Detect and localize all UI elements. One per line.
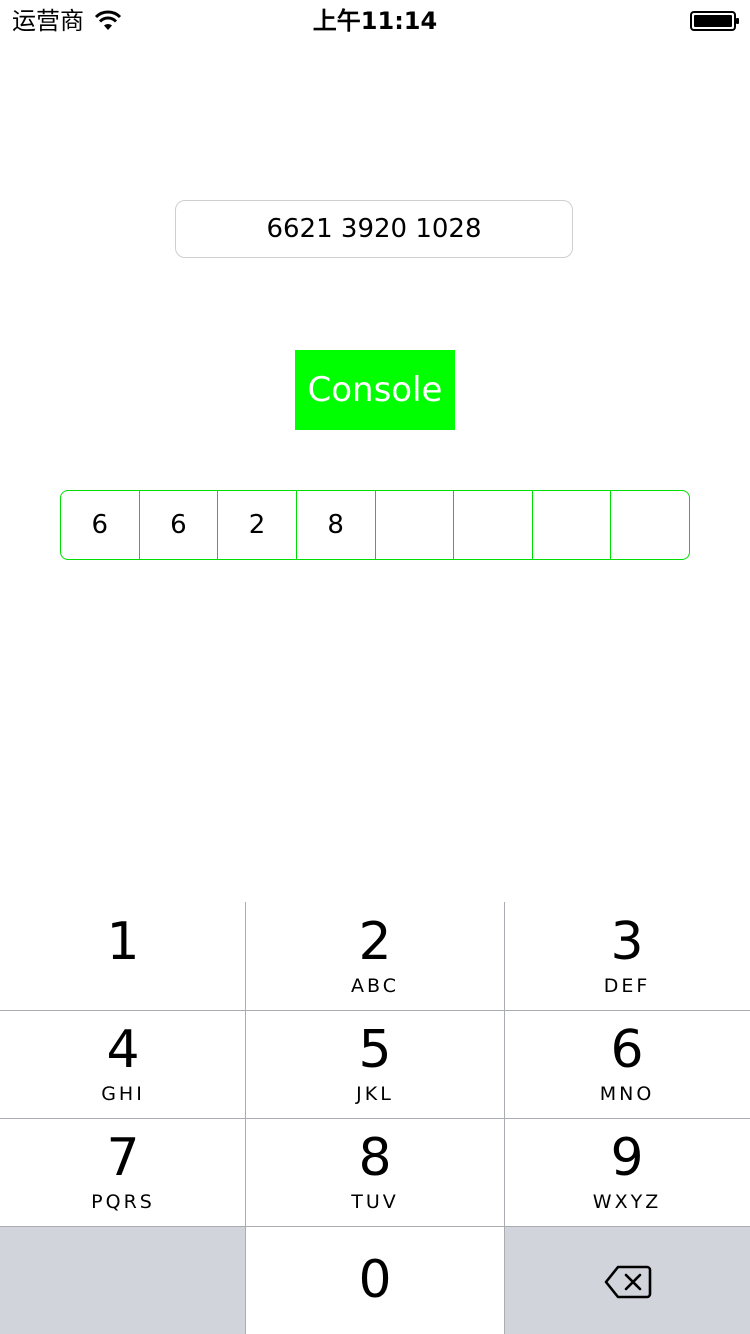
key-blank [0,1226,246,1334]
key-9[interactable]: 9 WXYZ [504,1118,750,1226]
key-letters: WXYZ [592,1191,662,1213]
keypad-divider [0,1118,750,1119]
key-letters: PQRS [91,1191,155,1213]
screen: 运营商 上午11:14 6621 3920 1028 Console 6 6 2… [0,0,750,1334]
key-3[interactable]: 3 DEF [504,902,750,1010]
key-8[interactable]: 8 TUV [246,1118,504,1226]
key-7[interactable]: 7 PQRS [0,1118,246,1226]
key-5[interactable]: 5 JKL [246,1010,504,1118]
key-digit: 7 [106,1128,140,1188]
console-button[interactable]: Console [295,350,455,430]
key-letters: MNO [599,1083,655,1105]
backspace-icon [604,1265,652,1299]
key-digit: 1 [106,912,140,972]
battery-icon [690,11,739,31]
digit-box [611,491,689,559]
key-0[interactable]: 0 [246,1226,504,1334]
digit-box: 6 [140,491,219,559]
key-letters: DEF [603,975,651,997]
key-digit: 0 [358,1250,392,1310]
digit-box: 8 [297,491,376,559]
key-4[interactable]: 4 GHI [0,1010,246,1118]
keypad-divider [0,1226,750,1227]
digit-box: 6 [61,491,140,559]
digit-box: 2 [218,491,297,559]
key-letters: GHI [101,1083,145,1105]
key-letters: JKL [356,1083,394,1105]
key-6[interactable]: 6 MNO [504,1010,750,1118]
number-input[interactable]: 6621 3920 1028 [175,200,573,258]
key-letters: TUV [351,1191,399,1213]
keypad-divider [0,1010,750,1011]
key-digit: 5 [358,1020,392,1080]
key-1[interactable]: 1 [0,902,246,1010]
digit-box [454,491,533,559]
key-letters: ABC [351,975,399,997]
key-2[interactable]: 2 ABC [246,902,504,1010]
key-digit: 3 [610,912,644,972]
delete-key[interactable] [504,1226,750,1334]
key-digit: 9 [610,1128,644,1188]
key-digit: 2 [358,912,392,972]
digit-code-input[interactable]: 6 6 2 8 [60,490,690,560]
status-bar: 运营商 上午11:14 [0,0,750,40]
status-time: 上午11:14 [312,7,438,35]
numeric-keypad: 1 2 ABC 3 DEF 4 GHI 5 JKL 6 MNO 7 PQRS 8… [0,902,750,1334]
key-digit: 4 [106,1020,140,1080]
digit-box [533,491,612,559]
key-digit: 6 [610,1020,644,1080]
key-digit: 8 [358,1128,392,1188]
digit-box [376,491,455,559]
